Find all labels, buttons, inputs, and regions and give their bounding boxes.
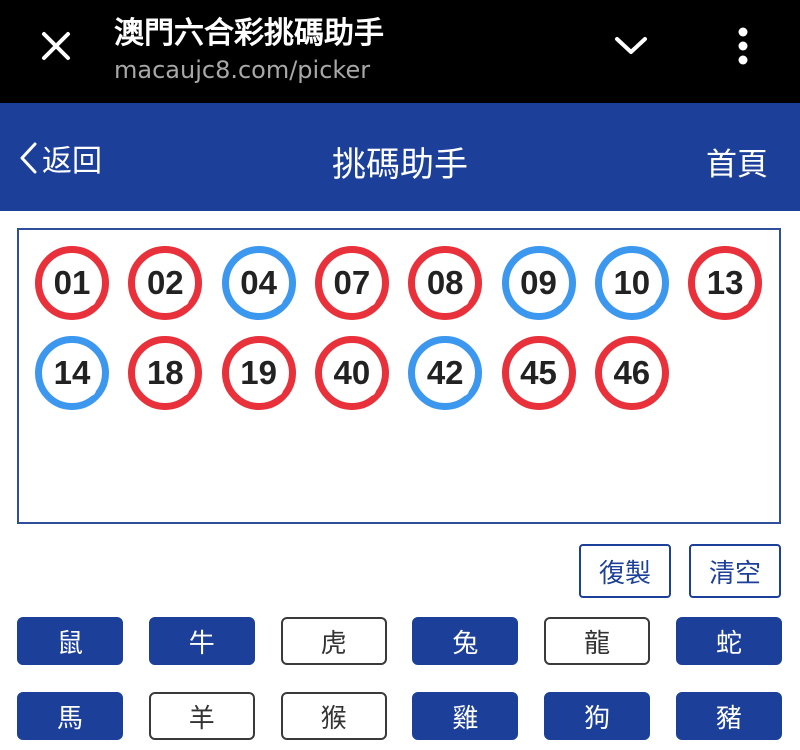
ball-highlight	[737, 294, 750, 306]
ball-highlight	[643, 384, 656, 396]
selected-numbers-panel: 01 02 04 07 08 09 10 13 14 18 19 40 42 45 46	[17, 228, 781, 524]
zodiac-button[interactable]: 馬	[17, 692, 123, 740]
number-ball[interactable]: 46	[594, 336, 669, 410]
ball-highlight	[457, 384, 470, 396]
browser-page-title: 澳門六合彩挑碼助手	[114, 16, 384, 51]
ball-highlight	[177, 294, 190, 306]
ball-highlight	[270, 294, 283, 306]
number-ball[interactable]: 08	[408, 246, 483, 320]
ball-highlight	[550, 294, 563, 306]
zodiac-button[interactable]: 猴	[280, 692, 387, 740]
ball-highlight	[84, 384, 96, 396]
number-ball[interactable]: 01	[35, 246, 109, 320]
number-ball[interactable]: 07	[314, 246, 389, 320]
ball-highlight	[177, 384, 190, 396]
number-ball[interactable]: 45	[501, 336, 576, 410]
zodiac-button[interactable]: 鼠	[17, 617, 123, 665]
number-ball[interactable]: 10	[594, 246, 669, 320]
number-ball[interactable]: 14	[35, 336, 109, 410]
number-ball[interactable]: 40	[314, 336, 389, 410]
number-ball[interactable]: 04	[221, 246, 296, 320]
ball-highlight	[643, 294, 656, 306]
zodiac-button[interactable]: 虎	[280, 617, 387, 665]
chevron-down-icon[interactable]	[608, 26, 654, 66]
zodiac-button[interactable]: 豬	[676, 692, 782, 740]
browser-url[interactable]: macaujc8.com/picker	[114, 56, 370, 84]
zodiac-button[interactable]: 蛇	[676, 617, 782, 665]
ball-highlight	[270, 384, 283, 396]
ball-highlight	[550, 384, 563, 396]
browser-toolbar: 澳門六合彩挑碼助手 macaujc8.com/picker	[0, 0, 800, 103]
zodiac-button[interactable]: 兔	[412, 617, 519, 665]
zodiac-button[interactable]: 羊	[148, 692, 255, 740]
zodiac-button[interactable]: 雞	[412, 692, 519, 740]
page-title: 挑碼助手	[332, 145, 468, 185]
copy-button[interactable]: 復製	[579, 544, 671, 598]
close-icon[interactable]	[34, 24, 78, 68]
zodiac-button[interactable]: 龍	[544, 617, 651, 665]
number-ball[interactable]: 42	[408, 336, 483, 410]
number-ball[interactable]: 18	[128, 336, 203, 410]
zodiac-button[interactable]: 狗	[544, 692, 651, 740]
number-ball[interactable]: 13	[688, 246, 763, 320]
more-options-icon[interactable]	[722, 22, 764, 70]
number-ball[interactable]: 19	[221, 336, 296, 410]
ball-highlight	[84, 294, 96, 306]
app-header: 返回 挑碼助手 首頁	[0, 103, 800, 211]
ball-highlight	[363, 294, 376, 306]
home-link[interactable]: 首頁	[706, 139, 768, 184]
zodiac-button[interactable]: 牛	[148, 617, 255, 665]
number-ball[interactable]: 09	[501, 246, 576, 320]
number-ball[interactable]: 02	[128, 246, 203, 320]
clear-button[interactable]: 清空	[689, 544, 781, 598]
ball-highlight	[457, 294, 470, 306]
ball-highlight	[363, 384, 376, 396]
